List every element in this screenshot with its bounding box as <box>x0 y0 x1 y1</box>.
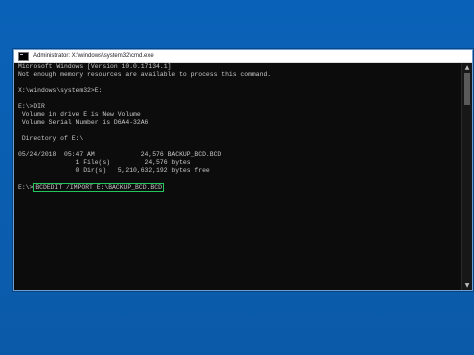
console-line: Volume in drive E is New Volume <box>18 111 141 118</box>
command-prompt: E:\> <box>18 184 34 191</box>
console-line: Microsoft Windows [Version 10.0.17134.1] <box>18 63 172 70</box>
console-line: E:\>DIR <box>18 103 45 110</box>
console-output[interactable]: Microsoft Windows [Version 10.0.17134.1]… <box>14 63 462 290</box>
window-titlebar[interactable]: Administrator: X:\windows\system32\cmd.e… <box>14 50 472 63</box>
console-icon <box>18 51 29 61</box>
cmd-window[interactable]: Administrator: X:\windows\system32\cmd.e… <box>13 49 473 291</box>
window-title: Administrator: X:\windows\system32\cmd.e… <box>33 53 154 59</box>
console-line: Volume Serial Number is D6A4-32A6 <box>18 119 149 126</box>
console-line: 05/24/2018 05:47 AM 24,576 BACKUP_BCD.BC… <box>18 151 222 158</box>
vertical-scrollbar[interactable]: ▲ ▼ <box>461 63 472 290</box>
command-line[interactable]: E:\> BCDEDIT /IMPORT E:\BACKUP_BCD.BCD <box>18 183 462 192</box>
highlighted-command[interactable]: BCDEDIT /IMPORT E:\BACKUP_BCD.BCD <box>33 183 164 192</box>
console-line: 1 File(s) 24,576 bytes <box>18 159 191 166</box>
console-line: Directory of E:\ <box>18 135 84 142</box>
console-line: Not enough memory resources are availabl… <box>18 71 272 78</box>
scroll-down-icon[interactable]: ▼ <box>463 282 471 289</box>
scroll-thumb[interactable] <box>464 73 470 105</box>
scroll-up-icon[interactable]: ▲ <box>463 64 471 71</box>
console-line: 0 Dir(s) 5,210,632,192 bytes free <box>18 167 210 174</box>
console-line: X:\windows\system32>E: <box>18 87 103 94</box>
